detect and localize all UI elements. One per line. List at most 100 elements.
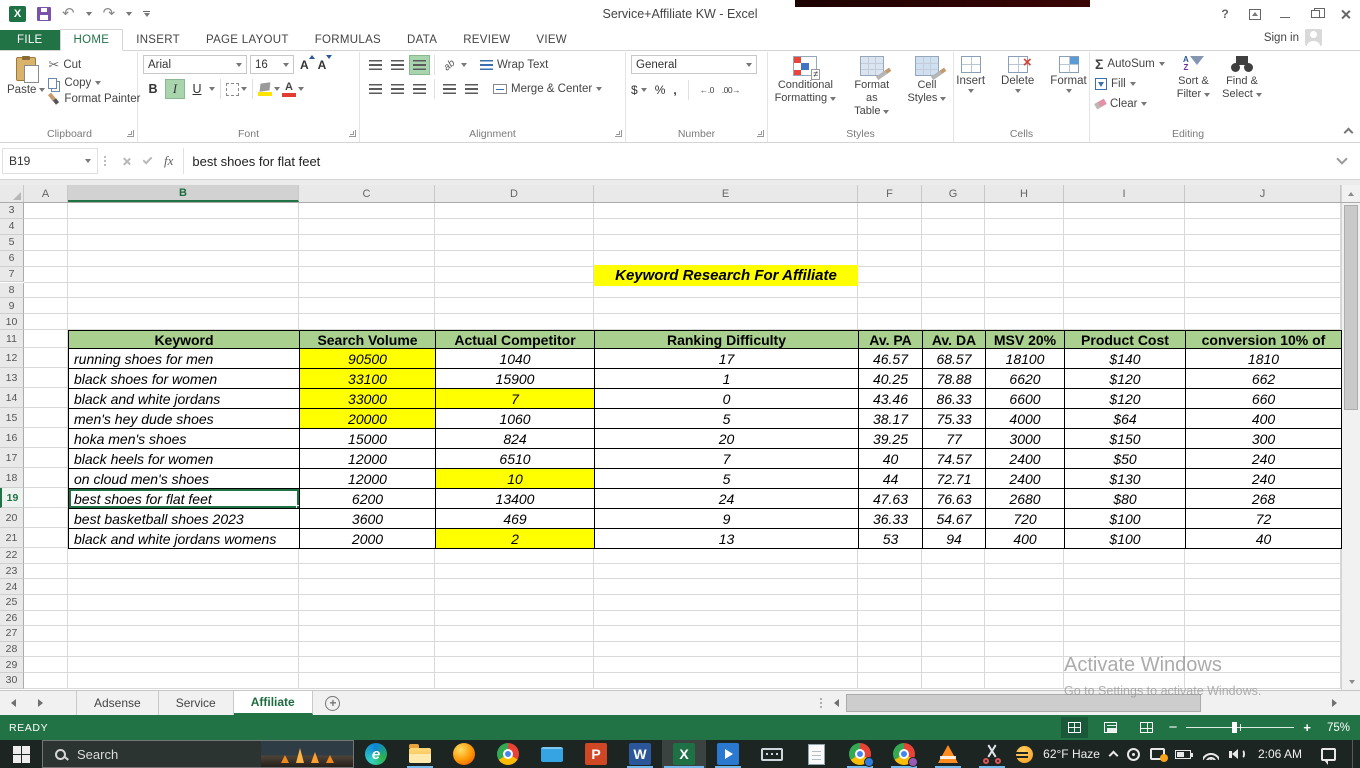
cell-F17[interactable]: 40 — [859, 449, 923, 469]
font-color-icon[interactable]: A — [282, 82, 296, 97]
cell-D19[interactable]: 13400 — [436, 489, 595, 509]
cell-E13[interactable]: 1 — [595, 369, 859, 389]
number-format-select[interactable]: General — [631, 55, 757, 74]
snipping-tool-taskbar-button[interactable] — [970, 740, 1014, 768]
borders-icon[interactable] — [226, 83, 239, 96]
header-cell-E11[interactable]: Ranking Difficulty — [595, 331, 859, 349]
zoom-out-button[interactable]: − — [1169, 723, 1178, 733]
row-header-7[interactable]: 7 — [0, 267, 24, 283]
format-cells-button[interactable]: Format — [1043, 55, 1093, 94]
row-header-30[interactable]: 30 — [0, 673, 24, 689]
action-center-icon[interactable] — [1321, 748, 1336, 761]
alignment-dialog-launcher-icon[interactable] — [615, 130, 622, 137]
cell-G14[interactable]: 86.33 — [923, 389, 986, 409]
cell-J15[interactable]: 400 — [1186, 409, 1342, 429]
cell-G17[interactable]: 74.57 — [923, 449, 986, 469]
decrease-decimal-button[interactable]: .00→ — [722, 85, 740, 95]
select-all-button[interactable] — [0, 185, 24, 202]
mail-taskbar-button[interactable] — [530, 740, 574, 768]
expand-formula-bar-icon[interactable] — [1336, 153, 1347, 164]
cell-B12[interactable]: running shoes for men — [69, 349, 300, 369]
cell-C19[interactable]: 6200 — [300, 489, 436, 509]
cell-G20[interactable]: 54.67 — [923, 509, 986, 529]
row-header-21[interactable]: 21 — [0, 528, 24, 548]
scroll-down-icon[interactable] — [1342, 673, 1360, 690]
header-cell-F11[interactable]: Av. PA — [859, 331, 923, 349]
row-header-11[interactable]: 11 — [0, 330, 24, 348]
excel-taskbar-button[interactable]: X — [662, 740, 706, 768]
vlc-taskbar-button[interactable] — [926, 740, 970, 768]
cell-H15[interactable]: 4000 — [986, 409, 1065, 429]
underline-button[interactable]: U — [187, 79, 207, 99]
cell-B16[interactable]: hoka men's shoes — [69, 429, 300, 449]
scroll-left-icon[interactable] — [828, 691, 844, 715]
row-header-5[interactable]: 5 — [0, 235, 24, 251]
file-explorer-taskbar-button[interactable] — [398, 740, 442, 768]
conditional-formatting-button[interactable]: Conditional Formatting — [768, 55, 844, 106]
cell-F19[interactable]: 47.63 — [859, 489, 923, 509]
row-header-4[interactable]: 4 — [0, 219, 24, 235]
cell-E18[interactable]: 5 — [595, 469, 859, 489]
screen-share-icon[interactable] — [1150, 748, 1165, 760]
font-color-dropdown-icon[interactable] — [298, 87, 304, 91]
header-cell-H11[interactable]: MSV 20% — [986, 331, 1065, 349]
cell-I17[interactable]: $50 — [1065, 449, 1186, 469]
zoom-level[interactable]: 75% — [1320, 722, 1350, 734]
page-break-view-button[interactable] — [1133, 717, 1160, 738]
column-header-C[interactable]: C — [299, 185, 435, 202]
cell-B21[interactable]: black and white jordans womens — [69, 529, 300, 549]
row-header-27[interactable]: 27 — [0, 626, 24, 642]
chrome-profile-purple-taskbar-button[interactable] — [882, 740, 926, 768]
ribbon-tab-data[interactable]: DATA — [394, 30, 450, 50]
row-header-3[interactable]: 3 — [0, 203, 24, 219]
format-as-table-button[interactable]: Format as Table — [847, 55, 896, 120]
column-header-I[interactable]: I — [1064, 185, 1185, 202]
cell-F15[interactable]: 38.17 — [859, 409, 923, 429]
merge-center-button[interactable]: Merge & Center — [489, 82, 606, 96]
fill-color-icon[interactable] — [258, 83, 272, 96]
decrease-font-size-button[interactable]: A — [315, 58, 330, 72]
cell-B17[interactable]: black heels for women — [69, 449, 300, 469]
sheet-grid[interactable]: Keyword Research For Affiliate KeywordSe… — [0, 203, 1360, 690]
decrease-indent-button[interactable] — [439, 79, 460, 99]
battery-icon[interactable] — [1175, 750, 1191, 759]
insert-function-icon[interactable]: fx — [164, 153, 173, 169]
row-header-18[interactable]: 18 — [0, 468, 24, 488]
row-header-23[interactable]: 23 — [0, 564, 24, 580]
row-header-26[interactable]: 26 — [0, 611, 24, 627]
cell-G16[interactable]: 77 — [923, 429, 986, 449]
align-top-button[interactable] — [365, 55, 386, 75]
underline-dropdown-icon[interactable] — [209, 87, 215, 91]
cell-D21[interactable]: 2 — [436, 529, 595, 549]
cell-H14[interactable]: 6600 — [986, 389, 1065, 409]
ribbon-tab-page-layout[interactable]: PAGE LAYOUT — [193, 30, 302, 50]
column-header-F[interactable]: F — [858, 185, 922, 202]
cell-F12[interactable]: 46.57 — [859, 349, 923, 369]
cell-J17[interactable]: 240 — [1186, 449, 1342, 469]
undo-dropdown-icon[interactable] — [86, 12, 92, 16]
enter-icon[interactable] — [143, 155, 153, 165]
cell-H21[interactable]: 400 — [986, 529, 1065, 549]
cell-I20[interactable]: $100 — [1065, 509, 1186, 529]
customize-quick-access-icon[interactable] — [143, 11, 150, 17]
redo-icon[interactable]: ↷ — [103, 7, 116, 21]
cell-J20[interactable]: 72 — [1186, 509, 1342, 529]
formula-input[interactable]: best shoes for flat feet — [184, 154, 1338, 169]
help-icon[interactable] — [1210, 0, 1240, 28]
notepad-taskbar-button[interactable] — [794, 740, 838, 768]
cell-E17[interactable]: 7 — [595, 449, 859, 469]
previous-sheet-icon[interactable] — [0, 691, 27, 715]
scroll-right-icon[interactable] — [1326, 691, 1342, 715]
start-button[interactable] — [0, 740, 42, 768]
row-header-13[interactable]: 13 — [0, 368, 24, 388]
scroll-up-icon[interactable] — [1341, 185, 1360, 202]
autosum-button[interactable]: AutoSum — [1095, 55, 1165, 73]
cell-G21[interactable]: 94 — [923, 529, 986, 549]
cut-button[interactable]: Cut — [45, 55, 143, 75]
cell-C20[interactable]: 3600 — [300, 509, 436, 529]
cell-G13[interactable]: 78.88 — [923, 369, 986, 389]
cell-D13[interactable]: 15900 — [436, 369, 595, 389]
sort-filter-button[interactable]: AZ Sort & Filter — [1171, 55, 1216, 102]
fill-handle[interactable] — [296, 505, 300, 509]
movies-tv-taskbar-button[interactable] — [706, 740, 750, 768]
